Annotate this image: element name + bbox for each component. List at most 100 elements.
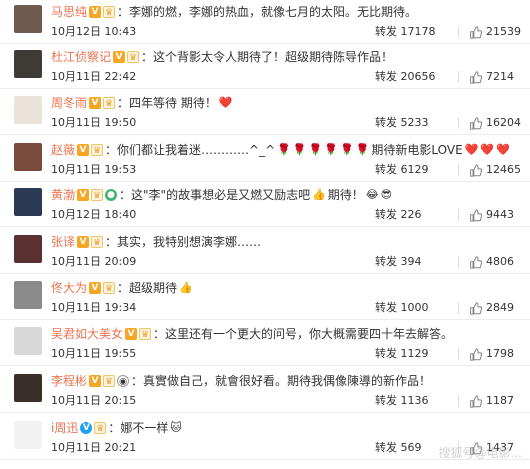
avatar[interactable] — [14, 374, 42, 402]
comment-time: 10月11日 19:53 — [51, 163, 137, 176]
like-count: 9443 — [486, 208, 514, 221]
repost-button[interactable]: 转发 394 — [375, 254, 422, 270]
comment-time: 10月11日 20:09 — [51, 255, 137, 268]
like-count: 1798 — [486, 347, 514, 360]
comment-line: 杜江侦察记 V ♛：这个背影太令人期待了！超级期待陈导作品！ — [51, 48, 393, 66]
rose-icon: 🌹 — [308, 143, 323, 156]
avatar[interactable] — [14, 143, 42, 171]
comment-time: 10月11日 22:42 — [51, 70, 137, 83]
username-link[interactable]: 佟大为 — [51, 279, 87, 297]
thumbs-up-icon — [470, 25, 482, 39]
avatar[interactable] — [14, 188, 42, 216]
comment-text: 四年等待 期待！ — [129, 96, 217, 110]
avatar[interactable] — [14, 327, 42, 355]
divider — [458, 117, 459, 129]
avatar[interactable] — [14, 235, 42, 263]
verified-v-icon: V — [89, 6, 102, 18]
repost-button[interactable]: 转发 569 — [375, 440, 422, 456]
repost-button[interactable]: 转发 1136 — [375, 393, 429, 409]
comment-line: 张译 V ♛：其实，我特别想演李娜…… — [51, 233, 261, 251]
repost-button[interactable]: 转发 1000 — [375, 300, 429, 316]
verified-v-icon: V — [77, 144, 90, 156]
like-button[interactable]: 1187 — [469, 393, 514, 409]
rose-icon: 🌹 — [339, 143, 354, 156]
verified-v-icon: V — [89, 375, 102, 387]
repost-button[interactable]: 转发 20656 — [375, 69, 436, 85]
like-button[interactable]: 9443 — [469, 207, 514, 223]
divider — [458, 71, 459, 83]
comment-line: 马思纯 V ♛：李娜的燃，李娜的热血，就像七月的太阳。无比期待。 — [51, 3, 417, 21]
rose-icon: 🌹 — [355, 143, 370, 156]
like-button[interactable]: 7214 — [469, 69, 514, 85]
comment-text: 你们都让我着迷…………^_^ — [117, 143, 276, 157]
comment-text: 其实，我特别想演李娜…… — [117, 235, 262, 249]
comment-text: 李娜的燃，李娜的热血，就像七月的太阳。无比期待。 — [129, 5, 418, 19]
thumbs-up-icon — [470, 394, 482, 408]
divider — [458, 302, 459, 314]
verified-v-icon: V — [89, 97, 102, 109]
like-button[interactable]: 16204 — [469, 115, 521, 131]
username-link[interactable]: 李程彬 — [51, 372, 87, 390]
comment-colon: ： — [153, 327, 166, 341]
comment-line: 赵薇 V ♛：你们都让我着迷…………^_^ 🌹 🌹 🌹 🌹 🌹 🌹 期待新电影LOVE ❤️ ❤️ ❤️ — [51, 141, 510, 159]
member-crown-icon: ♛ — [103, 97, 116, 109]
comment-line: 吴君如大美女 V ♛：这里还有一个更大的问号，你大概需要四十年去解答。 — [51, 325, 453, 343]
comment-colon: ： — [119, 188, 132, 202]
repost-button[interactable]: 转发 5233 — [375, 115, 429, 131]
avatar[interactable] — [14, 50, 42, 78]
avatar[interactable] — [14, 281, 42, 309]
member-crown-icon: ♛ — [91, 144, 104, 156]
verified-v-icon: V — [89, 282, 102, 294]
username-link[interactable]: 马思纯 — [51, 3, 87, 21]
like-count: 4806 — [486, 255, 514, 268]
comment-line: i周迅 V ♛：娜不一样 🐱 — [51, 419, 182, 437]
like-count: 1187 — [486, 394, 514, 407]
username-link[interactable]: 吴君如大美女 — [51, 325, 123, 343]
member-crown-icon: ♛ — [103, 6, 116, 18]
heart-icon: ❤️ — [464, 143, 479, 156]
username-link[interactable]: 黄渤 — [51, 186, 75, 204]
comment-text: 这个背影太令人期待了！超级期待陈导作品！ — [153, 50, 394, 64]
comment-colon: ： — [105, 143, 118, 157]
repost-button[interactable]: 转发 6129 — [375, 162, 429, 178]
username-link[interactable]: 杜江侦察记 — [51, 48, 111, 66]
username-link[interactable]: 周冬雨 — [51, 94, 87, 112]
member-crown-icon: ♛ — [139, 328, 152, 340]
green-badge-icon: ● — [105, 189, 118, 201]
username-link[interactable]: 赵薇 — [51, 141, 75, 159]
divider — [458, 209, 459, 221]
repost-button[interactable]: 转发 1129 — [375, 346, 429, 362]
comment-row: 李程彬 V ♛ ◉：真實做自己，就會很好看。期待我偶像陳導的新作品！ 10月11日 20… — [0, 369, 530, 413]
comment-line: 黄渤 V ♛ ●：这"李"的故事想必是又燃又励志吧 👍 期待！ 😂 😎 — [51, 186, 392, 204]
verified-v-icon: V — [125, 328, 138, 340]
like-button[interactable]: 21539 — [469, 24, 521, 40]
thumbs-up-icon — [470, 208, 482, 222]
laugh-cry-icon: 😂 — [365, 188, 379, 201]
like-button[interactable]: 12465 — [469, 162, 521, 178]
like-count: 16204 — [486, 116, 521, 129]
like-button[interactable]: 2849 — [469, 300, 514, 316]
like-button[interactable]: 4806 — [469, 254, 514, 270]
repost-button[interactable]: 转发 17178 — [375, 24, 436, 40]
like-button[interactable]: 1798 — [469, 346, 514, 362]
like-count: 21539 — [486, 25, 521, 38]
verified-v-icon: V — [77, 236, 90, 248]
verified-v-icon: V — [113, 51, 126, 63]
heart-icon: ❤️ — [480, 143, 495, 156]
comment-text: 超级期待 — [129, 281, 178, 295]
username-link[interactable]: i周迅 — [51, 419, 78, 437]
comment-line: 佟大为 V ♛：超级期待 👍 — [51, 279, 193, 297]
avatar[interactable] — [14, 96, 42, 124]
avatar[interactable] — [14, 421, 42, 449]
avatar[interactable] — [14, 5, 42, 33]
repost-button[interactable]: 转发 226 — [375, 207, 422, 223]
username-link[interactable]: 张译 — [51, 233, 75, 251]
comment-time: 10月11日 20:15 — [51, 394, 137, 407]
member-crown-icon: ♛ — [91, 189, 104, 201]
thumbs-up-icon — [470, 301, 482, 315]
thumbs-up-icon: 👍 — [179, 281, 193, 294]
comment-line: 李程彬 V ♛ ◉：真實做自己，就會很好看。期待我偶像陳導的新作品！ — [51, 372, 431, 390]
panda-badge-icon: ◉ — [117, 375, 130, 387]
rose-icon: 🌹 — [277, 143, 291, 156]
like-count: 2849 — [486, 301, 514, 314]
